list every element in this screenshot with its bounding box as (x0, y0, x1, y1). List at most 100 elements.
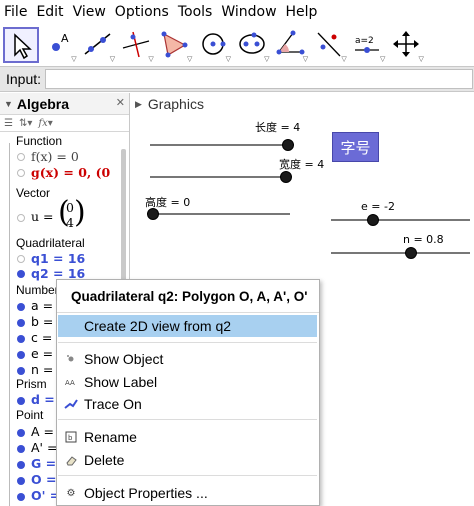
auxiliary-objects-icon[interactable]: ☰ (4, 118, 13, 129)
menu-item-label: Rename (84, 429, 137, 445)
close-icon[interactable]: ✕ (116, 96, 125, 109)
category-number[interactable]: Number (16, 283, 59, 297)
visibility-toggle-on[interactable] (17, 270, 25, 278)
line-tool-button[interactable]: ▽ (80, 27, 117, 63)
slider-changdu-knob[interactable] (282, 139, 294, 151)
visibility-toggle-on[interactable] (17, 367, 25, 375)
trace-icon (64, 397, 78, 411)
menu-item-label: Object Properties ... (84, 485, 208, 501)
slider-e-track[interactable] (331, 219, 470, 221)
trace-on-item[interactable]: Trace On (58, 393, 317, 415)
reflect-tool-button[interactable]: ▽ (311, 27, 348, 63)
slider-e-knob[interactable] (367, 214, 379, 226)
move-graphics-tool-button[interactable]: ▽ (388, 27, 425, 63)
object-properties-item[interactable]: ⚙ Object Properties ... (58, 482, 317, 504)
menu-item-label: Show Object (84, 351, 164, 367)
expand-triangle-icon[interactable]: ▶ (135, 99, 142, 110)
slider-n-track[interactable] (331, 252, 470, 254)
perpendicular-line-tool-button[interactable]: ▽ (118, 27, 155, 63)
slider-gaodu-knob[interactable] (147, 208, 159, 220)
visibility-toggle-off[interactable] (17, 153, 25, 161)
category-point[interactable]: Point (16, 408, 43, 422)
visibility-toggle-on[interactable] (17, 477, 25, 485)
visibility-toggle-on[interactable] (17, 445, 25, 453)
algebra-toolbar: ☰ ⇅▾ fx▾ (0, 115, 129, 132)
visibility-toggle-on[interactable] (17, 351, 25, 359)
create-2d-view-item[interactable]: Create 2D view from q2 (58, 315, 317, 337)
show-label-item[interactable]: AA Show Label (58, 371, 317, 393)
dropdown-triangle-icon: ▽ (71, 56, 77, 63)
dropdown-triangle-icon: ▽ (264, 56, 270, 63)
show-object-icon (64, 352, 78, 366)
menu-edit[interactable]: Edit (36, 4, 63, 20)
slider-kuandu-label: 宽度 = 4 (279, 158, 325, 171)
visibility-toggle-off[interactable] (17, 255, 25, 263)
algebra-row-g[interactable]: g(x) = 0, (0 (31, 165, 110, 180)
algebra-row-q1[interactable]: q1 = 16 (31, 251, 85, 266)
slider-kuandu-knob[interactable] (280, 171, 292, 183)
rename-icon: b (64, 430, 78, 444)
move-tool-button[interactable] (3, 27, 39, 63)
perpendicular-line-tool-icon (122, 31, 149, 58)
input-bar: Input: (0, 66, 474, 92)
slider-tool-icon: a=2 (355, 36, 380, 53)
category-function[interactable]: Function (16, 134, 62, 148)
reflect-tool-icon (317, 32, 341, 57)
menu-file[interactable]: File (4, 4, 27, 20)
menu-separator (58, 475, 317, 476)
menu-separator (58, 419, 317, 420)
menu-view[interactable]: View (73, 4, 106, 20)
delete-item[interactable]: Delete (58, 449, 317, 471)
polygon-tool-button[interactable]: ▽ (157, 27, 194, 63)
slider-n-knob[interactable] (405, 247, 417, 259)
show-object-item[interactable]: Show Object (58, 348, 317, 370)
visibility-toggle-on[interactable] (17, 493, 25, 501)
menu-item-label: Show Label (84, 374, 158, 390)
svg-text:b: b (68, 434, 73, 442)
dropdown-triangle-icon: ▽ (302, 56, 309, 63)
slider-tool-button[interactable]: a=2 ▽ (350, 27, 387, 63)
circle-tool-button[interactable]: ▽ (195, 27, 232, 63)
svg-text:AA: AA (65, 379, 75, 387)
description-mode-icon[interactable]: fx▾ (38, 118, 52, 129)
conic-tool-button[interactable]: ▽ (234, 27, 271, 63)
visibility-toggle-off[interactable] (17, 214, 25, 222)
rename-item[interactable]: b Rename (58, 426, 317, 448)
visibility-toggle-on[interactable] (17, 429, 25, 437)
category-quadrilateral[interactable]: Quadrilateral (16, 236, 85, 250)
visibility-toggle-on[interactable] (17, 461, 25, 469)
circle-tool-icon (202, 33, 226, 55)
algebra-row-f[interactable]: f(x) = 0 (31, 149, 79, 164)
sort-icon[interactable]: ⇅▾ (19, 118, 32, 129)
menu-tools[interactable]: Tools (178, 4, 213, 20)
input-label: Input: (6, 71, 42, 87)
menu-window[interactable]: Window (221, 4, 276, 20)
show-label-icon: AA (64, 375, 78, 389)
text-size-button[interactable]: 字号 (332, 132, 379, 162)
angle-tool-button[interactable]: ▽ (273, 27, 310, 63)
visibility-toggle-on[interactable] (17, 397, 25, 405)
menu-item-label: Trace On (84, 396, 142, 412)
menu-item-label: Delete (84, 452, 125, 468)
category-prism[interactable]: Prism (16, 377, 47, 391)
input-field[interactable] (45, 69, 473, 89)
context-menu: Quadrilateral q2: Polygon O, A, A', O' C… (56, 279, 320, 506)
visibility-toggle-on[interactable] (17, 303, 25, 311)
slider-gaodu-track[interactable] (151, 213, 290, 215)
algebra-row-u[interactable]: u = (31, 209, 54, 224)
visibility-toggle-on[interactable] (17, 335, 25, 343)
menu-options[interactable]: Options (115, 4, 169, 20)
menu-help[interactable]: Help (286, 4, 318, 20)
slider-changdu-track[interactable] (150, 144, 289, 146)
vector-bracket-right: ) (74, 195, 86, 230)
svg-text:a=2: a=2 (355, 36, 374, 46)
point-tool-button[interactable]: A ▽ (41, 27, 78, 63)
move-graphics-tool-icon (392, 31, 419, 57)
category-vector[interactable]: Vector (16, 186, 50, 200)
vector-u-top: 0 (66, 200, 74, 215)
slider-kuandu-track[interactable] (150, 176, 289, 178)
context-menu-title: Quadrilateral q2: Polygon O, A, A', O' (57, 280, 319, 313)
collapse-triangle-icon[interactable]: ▼ (4, 99, 13, 109)
visibility-toggle-off[interactable] (17, 169, 25, 177)
visibility-toggle-on[interactable] (17, 319, 25, 327)
